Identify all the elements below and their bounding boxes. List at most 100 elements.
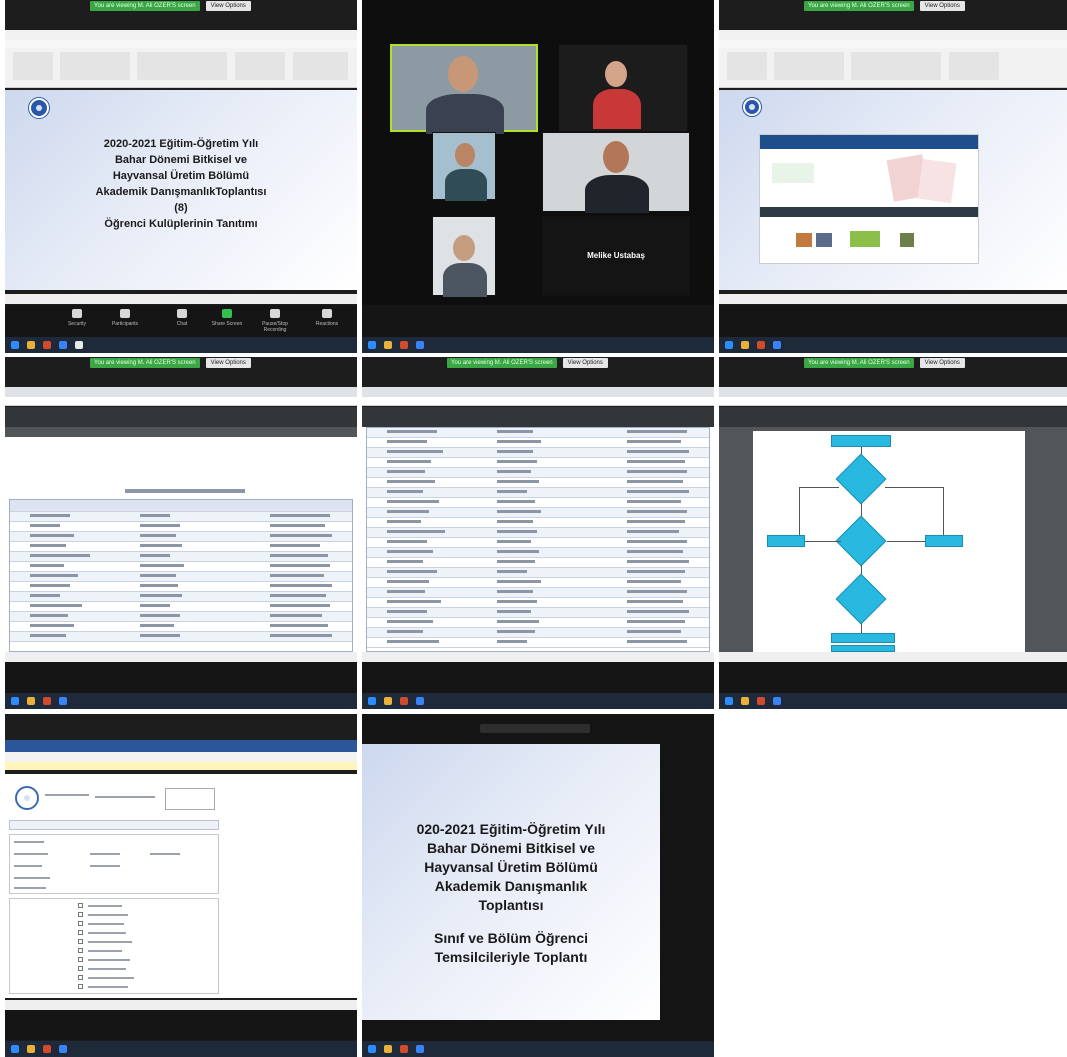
flow-box	[925, 535, 963, 547]
ribbon-group[interactable]	[727, 52, 767, 80]
app-taskbar-icon[interactable]	[59, 1045, 67, 1053]
ribbon-group[interactable]	[851, 52, 941, 80]
ribbon-group[interactable]	[293, 52, 348, 80]
checkbox[interactable]	[78, 984, 83, 989]
view-options-button[interactable]: View Options	[205, 358, 251, 368]
browser-tabs[interactable]	[362, 387, 714, 397]
video-tile-participant[interactable]	[432, 216, 496, 297]
checkbox[interactable]	[78, 903, 83, 908]
participants-button[interactable]: Participants	[103, 309, 147, 327]
windows-taskbar	[362, 337, 714, 353]
app-taskbar-icon[interactable]	[773, 697, 781, 705]
zoom-toolbar	[362, 305, 714, 337]
chrome-taskbar-icon[interactable]	[384, 1045, 392, 1053]
app-taskbar-icon[interactable]	[59, 341, 67, 349]
website-screenshot	[759, 134, 979, 264]
windows-taskbar	[719, 337, 1067, 353]
checkbox[interactable]	[78, 912, 83, 917]
share-screen-button[interactable]: Share Screen	[205, 309, 249, 327]
ppt-taskbar-icon[interactable]	[400, 1045, 408, 1053]
zoom-taskbar-icon[interactable]	[368, 1045, 376, 1053]
ribbon-group[interactable]	[235, 52, 285, 80]
slide-canvas	[719, 90, 1067, 290]
thumbnail	[850, 231, 880, 247]
address-bar[interactable]	[5, 397, 357, 406]
zoom-taskbar-icon[interactable]	[11, 697, 19, 705]
win-statusbar	[362, 652, 714, 662]
chrome-taskbar-icon[interactable]	[741, 697, 749, 705]
chrome-taskbar-icon[interactable]	[27, 697, 35, 705]
zoom-taskbar-icon[interactable]	[11, 1045, 19, 1053]
video-tile-participant[interactable]	[558, 44, 688, 132]
share-icon	[222, 309, 232, 318]
zoom-taskbar-icon[interactable]	[368, 697, 376, 705]
table-row	[367, 588, 709, 598]
table-row	[367, 518, 709, 528]
address-bar[interactable]	[362, 397, 714, 406]
app-taskbar-icon[interactable]	[773, 341, 781, 349]
flow-box	[767, 535, 805, 547]
table-caption	[125, 489, 245, 493]
app-taskbar-icon[interactable]	[59, 697, 67, 705]
app-taskbar-icon[interactable]	[416, 1045, 424, 1053]
chrome-taskbar-icon[interactable]	[741, 341, 749, 349]
flow-decision	[835, 515, 887, 567]
video-tile-name-only[interactable]: Melike Ustabaş	[542, 216, 690, 296]
word-page	[5, 774, 357, 998]
checkbox[interactable]	[78, 948, 83, 953]
ppt-taskbar-icon[interactable]	[43, 697, 51, 705]
security-button[interactable]: Security	[55, 309, 99, 327]
zoom-taskbar-icon[interactable]	[368, 341, 376, 349]
reactions-button[interactable]: Reactions	[305, 309, 349, 327]
table-row	[10, 522, 352, 532]
ppt-taskbar-icon[interactable]	[757, 697, 765, 705]
chrome-taskbar-icon[interactable]	[27, 341, 35, 349]
chrome-taskbar-icon[interactable]	[27, 1045, 35, 1053]
checkbox[interactable]	[78, 930, 83, 935]
chrome-taskbar-icon[interactable]	[384, 697, 392, 705]
app-taskbar-icon[interactable]	[75, 341, 83, 349]
thumbnail	[816, 233, 832, 247]
checkbox[interactable]	[78, 966, 83, 971]
ribbon-group[interactable]	[13, 52, 53, 80]
table-row	[10, 622, 352, 632]
checkbox[interactable]	[78, 921, 83, 926]
address-bar[interactable]	[719, 397, 1067, 406]
video-tile-participant[interactable]	[542, 132, 690, 213]
video-tile-host[interactable]	[390, 44, 538, 134]
view-options-button[interactable]: View Options	[919, 1, 965, 11]
ribbon-group[interactable]	[137, 52, 227, 80]
chrome-taskbar-icon[interactable]	[384, 341, 392, 349]
shield-icon	[72, 309, 82, 318]
zoom-taskbar-icon[interactable]	[725, 341, 733, 349]
ppt-taskbar-icon[interactable]	[400, 341, 408, 349]
view-options-button[interactable]: View Options	[562, 358, 608, 368]
zoom-taskbar-icon[interactable]	[725, 697, 733, 705]
ribbon-group[interactable]	[60, 52, 130, 80]
checkbox[interactable]	[78, 975, 83, 980]
ppt-taskbar-icon[interactable]	[400, 697, 408, 705]
ribbon-group[interactable]	[774, 52, 844, 80]
share-banner: You are viewing M. Ali OZER'S screen Vie…	[90, 357, 280, 369]
ribbon-group[interactable]	[949, 52, 999, 80]
recording-button[interactable]: Pause/Stop Recording	[253, 309, 297, 333]
app-taskbar-icon[interactable]	[416, 341, 424, 349]
ppt-taskbar-icon[interactable]	[757, 341, 765, 349]
table-row	[10, 542, 352, 552]
table-row	[367, 448, 709, 458]
view-options-button[interactable]: View Options	[919, 358, 965, 368]
site-header	[760, 135, 978, 149]
checkbox[interactable]	[78, 939, 83, 944]
ppt-taskbar-icon[interactable]	[43, 341, 51, 349]
checkbox[interactable]	[78, 957, 83, 962]
flow-end-box	[831, 645, 895, 652]
table-row	[367, 578, 709, 588]
video-tile-participant[interactable]	[432, 132, 496, 201]
zoom-taskbar-icon[interactable]	[11, 341, 19, 349]
view-options-button[interactable]: View Options	[205, 1, 251, 11]
chat-button[interactable]: Chat	[160, 309, 204, 327]
browser-tabs[interactable]	[719, 387, 1067, 397]
browser-tabs[interactable]	[5, 387, 357, 397]
ppt-taskbar-icon[interactable]	[43, 1045, 51, 1053]
app-taskbar-icon[interactable]	[416, 697, 424, 705]
